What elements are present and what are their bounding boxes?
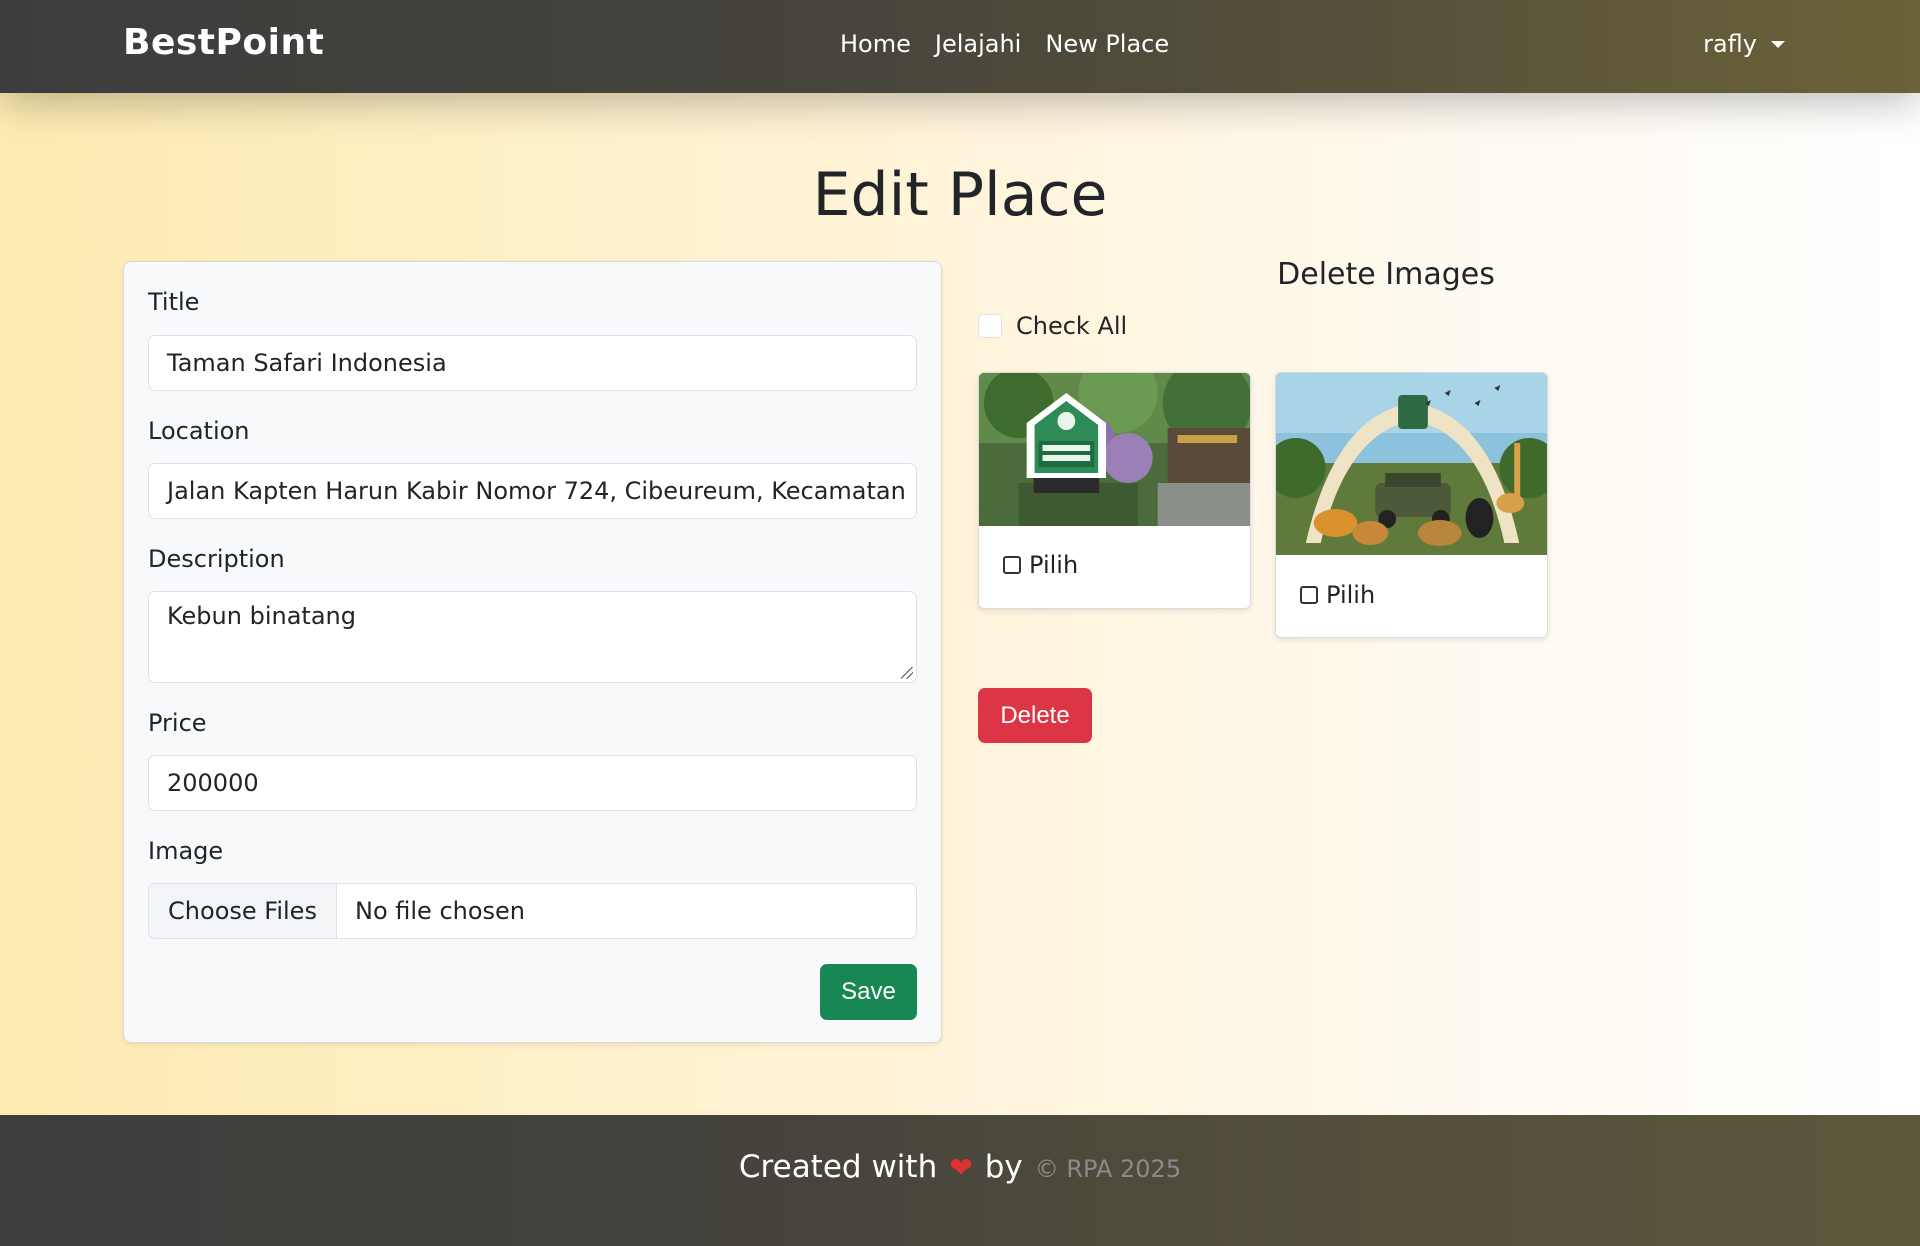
nav-link-new-place[interactable]: New Place [1045,30,1169,58]
footer-created-with: Created with [738,1149,938,1185]
pilih-checkbox[interactable] [1300,586,1318,604]
location-input[interactable]: Jalan Kapten Harun Kabir Nomor 724, Cibe… [148,463,917,519]
pilih-checkbox[interactable] [1003,556,1021,574]
check-all[interactable]: Check All [978,312,1127,340]
save-button[interactable]: Save [820,964,917,1020]
image-label: Image [148,837,224,865]
heart-icon: ❤ [949,1151,973,1184]
footer-credit: Created with ❤ by © RPA 2025 [0,1149,1920,1185]
image-card: Pilih [978,372,1251,609]
title-label: Title [148,288,200,316]
nav-link-home[interactable]: Home [840,30,911,58]
user-menu-dropdown[interactable]: rafly [1703,30,1785,58]
nav-links: Home Jelajahi New Place [840,30,1169,58]
resize-grip-icon[interactable] [901,667,913,679]
price-input[interactable]: 200000 [148,755,917,811]
select-image-1[interactable]: Pilih [1003,551,1078,579]
check-all-checkbox[interactable] [978,314,1002,338]
price-label: Price [148,709,207,737]
taman-safari-arch-animals-photo [1276,373,1547,555]
choose-files-button[interactable]: Choose Files [149,884,337,938]
footer-by: by [984,1149,1023,1185]
brand-logo[interactable]: BestPoint [123,22,324,63]
navbar: BestPoint Home Jelajahi New Place rafly [0,0,1920,93]
file-status: No file chosen [355,897,526,925]
footer: Created with ❤ by © RPA 2025 [0,1115,1920,1246]
select-image-2[interactable]: Pilih [1300,581,1375,609]
pilih-label: Pilih [1326,581,1376,609]
location-label: Location [148,417,250,445]
image-card: Pilih [1275,372,1548,638]
edit-form-card: Title Taman Safari Indonesia Location Ja… [123,261,942,1043]
footer-copyright: © RPA 2025 [1034,1155,1182,1183]
title-input[interactable]: Taman Safari Indonesia [148,335,917,391]
page-title: Edit Place [812,160,1108,230]
description-textarea[interactable]: Kebun binatang [148,591,917,683]
description-label: Description [148,545,285,573]
pilih-label: Pilih [1029,551,1079,579]
description-text: Kebun binatang [167,602,356,630]
taman-safari-entrance-photo [979,373,1250,526]
image-file-input[interactable]: Choose Files No file chosen [148,883,917,939]
delete-button[interactable]: Delete [978,688,1092,743]
user-name: rafly [1703,30,1757,58]
delete-images-title: Delete Images [1277,257,1495,292]
nav-link-jelajahi[interactable]: Jelajahi [935,30,1021,58]
caret-down-icon [1771,40,1785,48]
check-all-label: Check All [1016,312,1128,340]
